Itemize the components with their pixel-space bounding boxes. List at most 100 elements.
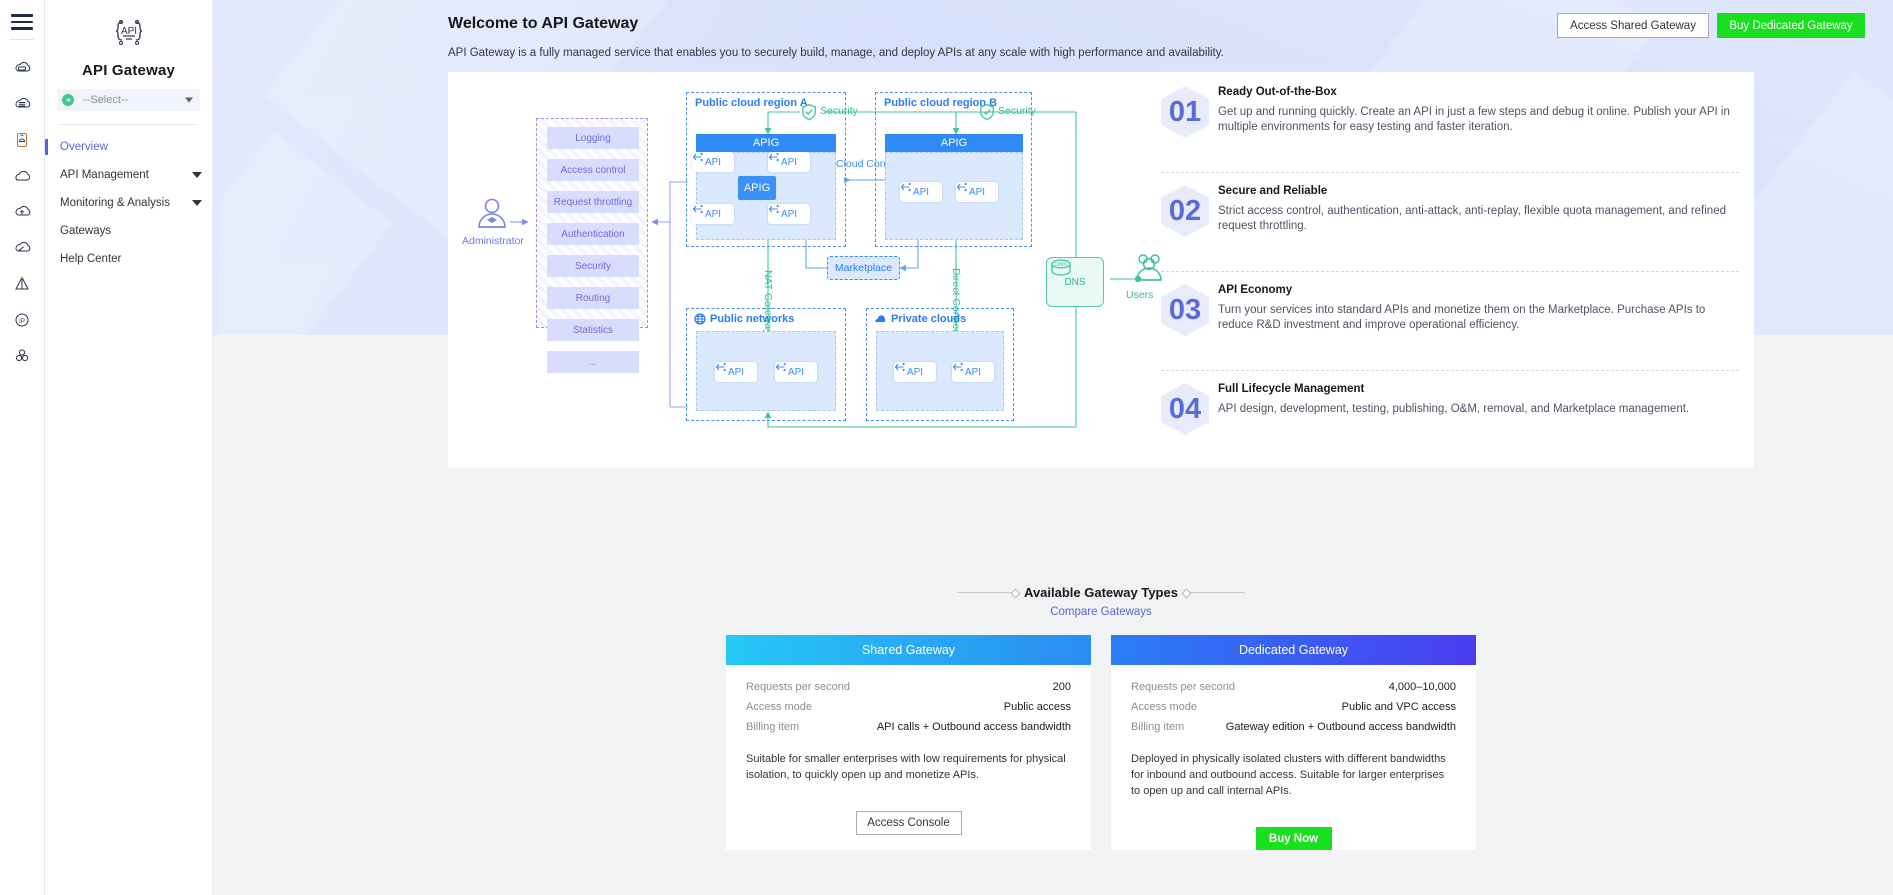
shared-gateway-body: Requests per second 200 Access mode Publ… <box>726 665 1091 835</box>
feature-divider <box>1161 370 1739 371</box>
dns-icon: DNS <box>1051 259 1071 276</box>
cloud-connect-label: Cloud Connect <box>836 158 906 170</box>
feature-text: Get up and running quickly. Create an AP… <box>1218 106 1730 133</box>
cloud-storage-icon[interactable] <box>0 122 45 158</box>
access-console-button[interactable]: Access Console <box>855 811 962 835</box>
api-chip: API <box>952 362 994 382</box>
spec-row: Billing item API calls + Outbound access… <box>746 717 1071 737</box>
nav-divider <box>59 124 198 125</box>
capability-item: Request throttling <box>547 191 639 213</box>
api-chip: API <box>956 182 998 202</box>
api-chip-label: API <box>968 186 986 198</box>
feature-number: 01 <box>1161 86 1209 138</box>
sidebar-item-gateways[interactable]: Gateways <box>45 217 212 245</box>
feature-number: 03 <box>1161 284 1209 336</box>
capability-item: Security <box>547 255 639 277</box>
shared-gateway-card: Shared Gateway Requests per second 200 A… <box>726 635 1091 850</box>
apig-core-a: APIG <box>738 176 776 200</box>
svg-text:IP: IP <box>19 319 25 325</box>
dedicated-gateway-card: Dedicated Gateway Requests per second 4,… <box>1111 635 1476 850</box>
feature-item: 02 Secure and Reliable Strict access con… <box>1161 185 1739 259</box>
capability-item: Access control <box>547 159 639 181</box>
region-selector[interactable]: --Select-- <box>57 89 200 111</box>
spec-key: Billing item <box>1131 721 1185 733</box>
spec-value: API calls + Outbound access bandwidth <box>876 721 1071 733</box>
spec-value: Gateway edition + Outbound access bandwi… <box>1225 721 1456 733</box>
capability-box: Logging Access control Request throttlin… <box>536 118 648 373</box>
spec-key: Access mode <box>746 701 813 713</box>
welcome-description: API Gateway is a fully managed service t… <box>448 47 1224 59</box>
sidebar-item-overview[interactable]: Overview <box>45 133 212 161</box>
access-shared-gateway-button[interactable]: Access Shared Gateway <box>1557 13 1709 38</box>
feature-divider <box>1161 172 1739 173</box>
api-chip: API <box>900 182 942 202</box>
feature-item: 01 Ready Out-of-the-Box Get up and runni… <box>1161 86 1739 160</box>
spec-row: Requests per second 4,000–10,000 <box>1131 677 1456 697</box>
api-chip-label: API <box>704 208 722 220</box>
spec-key: Requests per second <box>1131 681 1235 693</box>
spec-row: Billing item Gateway edition + Outbound … <box>1131 717 1456 737</box>
feature-number: 04 <box>1161 383 1209 435</box>
cloud-icon[interactable] <box>0 158 45 194</box>
buy-now-button[interactable]: Buy Now <box>1255 827 1332 850</box>
sidebar-item-label: API Management <box>60 169 149 181</box>
title-rule-right <box>1184 592 1245 593</box>
security-label-b: Security <box>998 105 1036 117</box>
feature-title: Ready Out-of-the-Box <box>1218 86 1337 98</box>
api-chip: API <box>768 204 810 224</box>
cloud-database-icon[interactable] <box>0 86 45 122</box>
feature-item: 03 API Economy Turn your services into s… <box>1161 284 1739 358</box>
spec-row: Access mode Public and VPC access <box>1131 697 1456 717</box>
page-title: API Gateway <box>81 62 176 79</box>
api-chip-label: API <box>704 156 722 168</box>
shared-gateway-cta-wrap: Access Console <box>746 811 1071 835</box>
cloud-server-icon[interactable] <box>0 50 45 86</box>
chevron-down-icon <box>192 172 202 178</box>
cloud-upload-icon[interactable] <box>0 194 45 230</box>
pyramid-icon[interactable] <box>0 266 45 302</box>
compare-gateways-link[interactable]: Compare Gateways <box>448 606 1754 618</box>
sidebar-item-label: Help Center <box>60 253 122 265</box>
capability-item: ... <box>547 351 639 373</box>
api-chip-label: API <box>912 186 930 198</box>
app-root: IP API API Gateway --Select-- Overview A… <box>0 0 1893 895</box>
api-chip: API <box>768 152 810 172</box>
private-clouds-title: Private clouds <box>891 313 967 325</box>
dns-box: DNS DNS <box>1046 257 1104 307</box>
rail-divider <box>10 39 34 40</box>
overview-panel: Administrator Logging Access control Req… <box>448 72 1754 468</box>
dedicated-gateway-body: Requests per second 4,000–10,000 Access … <box>1111 665 1476 850</box>
administrator-label: Administrator <box>462 235 524 247</box>
spec-key: Billing item <box>746 721 800 733</box>
api-chip: API <box>692 152 734 172</box>
sidebar-item-api-management[interactable]: API Management <box>45 161 212 189</box>
dedicated-gateway-description: Deployed in physically isolated clusters… <box>1131 753 1446 797</box>
welcome-title: Welcome to API Gateway <box>448 15 639 32</box>
sidebar-item-monitoring-analysis[interactable]: Monitoring & Analysis <box>45 189 212 217</box>
cluster-icon[interactable] <box>0 338 45 374</box>
public-networks-title: Public networks <box>710 313 795 325</box>
main-content: Welcome to API Gateway API Gateway is a … <box>213 0 1893 895</box>
sidebar-item-label: Gateways <box>60 225 112 237</box>
api-chip-label: API <box>780 208 798 220</box>
gateway-cards: Shared Gateway Requests per second 200 A… <box>448 635 1754 850</box>
api-chip-label: API <box>727 366 745 378</box>
dedicated-gateway-title: Dedicated Gateway <box>1111 635 1476 665</box>
buy-dedicated-gateway-button[interactable]: Buy Dedicated Gateway <box>1717 13 1865 38</box>
shared-gateway-title: Shared Gateway <box>726 635 1091 665</box>
svg-text:API: API <box>120 26 136 37</box>
arrow-circle-icon <box>62 94 74 106</box>
feature-list: 01 Ready Out-of-the-Box Get up and runni… <box>1161 86 1739 457</box>
api-chip-label: API <box>964 366 982 378</box>
ip-icon[interactable]: IP <box>0 302 45 338</box>
sidebar-item-help-center[interactable]: Help Center <box>45 245 212 273</box>
sidebar-item-label: Overview <box>60 141 108 153</box>
spec-value: 4,000–10,000 <box>1388 681 1456 693</box>
hamburger-icon[interactable] <box>11 14 33 30</box>
icon-rail: IP <box>0 0 45 895</box>
header-actions: Access Shared Gateway Buy Dedicated Gate… <box>1557 13 1865 38</box>
cloud-speed-icon[interactable] <box>0 230 45 266</box>
region-a-title: Public cloud region A <box>695 97 808 109</box>
spec-value: Public access <box>1003 701 1071 713</box>
spec-key: Requests per second <box>746 681 850 693</box>
